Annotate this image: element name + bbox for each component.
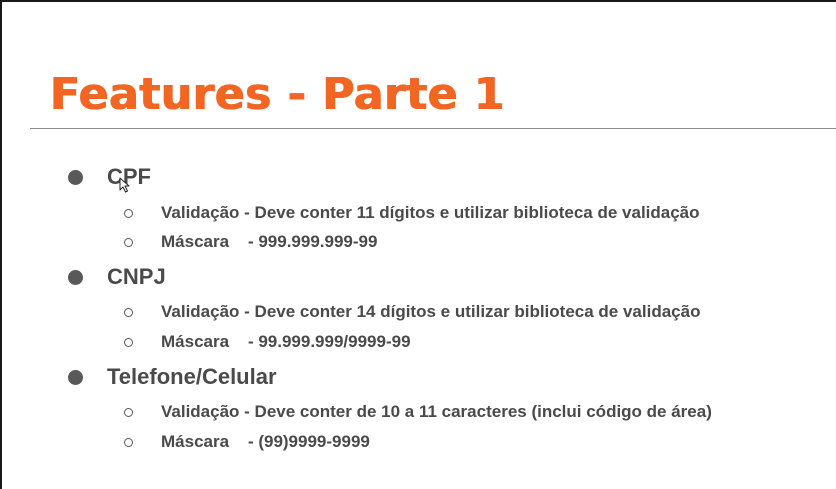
sub-bullet-icon — [124, 437, 133, 447]
section-label-cnpj: CNPJ — [107, 264, 166, 289]
bullet-icon — [68, 169, 83, 185]
list-item-telefone: Telefone/Celular — [68, 362, 277, 392]
sub-bullet-icon — [124, 208, 133, 218]
sub-item-label: Validação - Deve conter 11 dígitos e uti… — [161, 203, 700, 222]
slide: Features - Parte 1 CPF Validação - Deve … — [2, 2, 836, 489]
sub-bullet-icon — [124, 337, 133, 347]
sub-item-telefone-mascara: Máscara - (99)9999-9999 — [124, 429, 370, 455]
bullet-icon — [68, 269, 83, 285]
sub-item-label: Máscara - (99)9999-9999 — [161, 432, 370, 451]
sub-item-cnpj-validacao: Validação - Deve conter 14 dígitos e uti… — [124, 299, 700, 325]
sub-item-telefone-validacao: Validação - Deve conter de 10 a 11 carac… — [124, 399, 712, 425]
mouse-pointer-icon — [119, 177, 130, 193]
sub-item-label: Validação - Deve conter 14 dígitos e uti… — [161, 302, 701, 321]
sub-item-cpf-validacao: Validação - Deve conter 11 dígitos e uti… — [124, 200, 700, 226]
sub-item-label: Máscara - 99.999.999/9999-99 — [161, 332, 411, 351]
bullet-icon — [68, 369, 83, 385]
sub-item-label: Validação - Deve conter de 10 a 11 carac… — [161, 402, 712, 421]
sub-item-cpf-mascara: Máscara - 999.999.999-99 — [124, 229, 377, 255]
section-label-telefone: Telefone/Celular — [107, 364, 277, 389]
sub-item-label: Máscara - 999.999.999-99 — [161, 232, 378, 251]
list-item-cpf: CPF — [68, 162, 151, 192]
bullet-list: CPF Validação - Deve conter 11 dígitos e… — [2, 2, 836, 489]
sub-item-cnpj-mascara: Máscara - 99.999.999/9999-99 — [124, 329, 411, 355]
sub-bullet-icon — [124, 307, 133, 317]
sub-bullet-icon — [124, 237, 133, 247]
list-item-cnpj: CNPJ — [68, 262, 166, 292]
sub-bullet-icon — [124, 407, 133, 417]
